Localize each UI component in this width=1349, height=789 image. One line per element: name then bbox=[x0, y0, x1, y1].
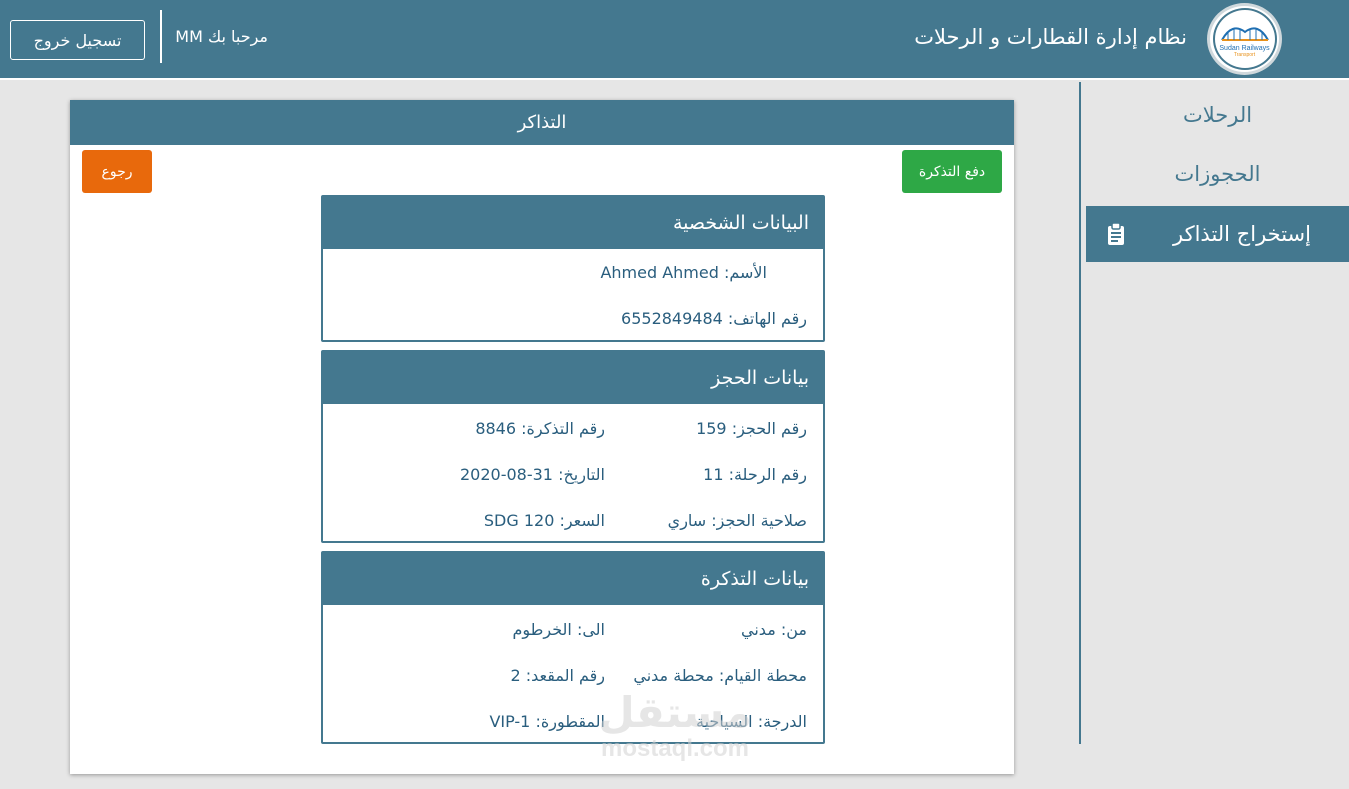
back-button[interactable]: رجوع bbox=[82, 150, 152, 193]
welcome-text: مرحبا بك MM bbox=[175, 27, 268, 46]
header-divider bbox=[160, 10, 162, 63]
panel-title: بيانات الحجز bbox=[323, 352, 823, 404]
class-field: الدرجة: السياحية bbox=[696, 712, 807, 731]
sidebar-item-label: إستخراج التذاكر bbox=[1173, 222, 1311, 246]
logo-subtext: Transport bbox=[1233, 52, 1256, 58]
panel-title: بيانات التذكرة bbox=[323, 553, 823, 605]
top-bar: Sudan Railways Transport نظام إدارة القط… bbox=[0, 0, 1349, 80]
sidebar-item-label: الحجوزات bbox=[1174, 162, 1261, 186]
app-title: نظام إدارة القطارات و الرحلات bbox=[914, 25, 1187, 49]
sidebar-item-label: الرحلات bbox=[1182, 103, 1253, 127]
validity-field: صلاحية الحجز: ساري bbox=[667, 511, 807, 530]
bridge-icon bbox=[1220, 27, 1269, 41]
personal-info-panel: البيانات الشخصية الأسم: Ahmed Ahmed رقم … bbox=[321, 195, 825, 342]
to-field: الى: الخرطوم bbox=[512, 620, 605, 639]
date-field: التاريخ: 31-08-2020 bbox=[459, 465, 605, 484]
logout-button[interactable]: تسجيل خروج bbox=[10, 20, 145, 60]
trip-number-field: رقم الرحلة: 11 bbox=[703, 465, 807, 484]
sidebar-item-bookings[interactable]: الحجوزات bbox=[1086, 146, 1349, 202]
seat-number-field: رقم المقعد: 2 bbox=[510, 666, 605, 685]
logo-badge: Sudan Railways Transport bbox=[1212, 8, 1277, 70]
logo: Sudan Railways Transport bbox=[1207, 3, 1282, 75]
pay-ticket-button[interactable]: دفع التذكرة bbox=[902, 150, 1002, 193]
phone-field: رقم الهاتف: 6552849484 bbox=[621, 309, 807, 328]
sidebar-item-trips[interactable]: الرحلات bbox=[1086, 87, 1349, 143]
ticket-number-field: رقم التذكرة: 8846 bbox=[475, 419, 605, 438]
price-field: السعر: SDG 120 bbox=[483, 511, 605, 530]
logo-text: Sudan Railways bbox=[1219, 45, 1270, 52]
coach-field: المقطورة: VIP-1 bbox=[489, 712, 605, 731]
booking-info-panel: بيانات الحجز رقم الحجز: 159 رقم التذكرة:… bbox=[321, 350, 825, 543]
sidebar-divider bbox=[1079, 82, 1081, 744]
from-field: من: مدني bbox=[741, 620, 807, 639]
panel-title: البيانات الشخصية bbox=[323, 197, 823, 249]
booking-number-field: رقم الحجز: 159 bbox=[696, 419, 807, 438]
name-field: الأسم: Ahmed Ahmed bbox=[600, 263, 767, 282]
card-title: التذاكر bbox=[70, 100, 1014, 145]
ticket-info-panel: بيانات التذكرة من: مدني الى: الخرطوم محط… bbox=[321, 551, 825, 744]
departure-station-field: محطة القيام: محطة مدني bbox=[633, 666, 807, 685]
tickets-card: التذاكر رجوع دفع التذكرة البيانات الشخصي… bbox=[70, 100, 1014, 774]
clipboard-icon bbox=[1108, 222, 1124, 245]
sidebar-item-issue-tickets[interactable]: إستخراج التذاكر bbox=[1086, 206, 1349, 262]
